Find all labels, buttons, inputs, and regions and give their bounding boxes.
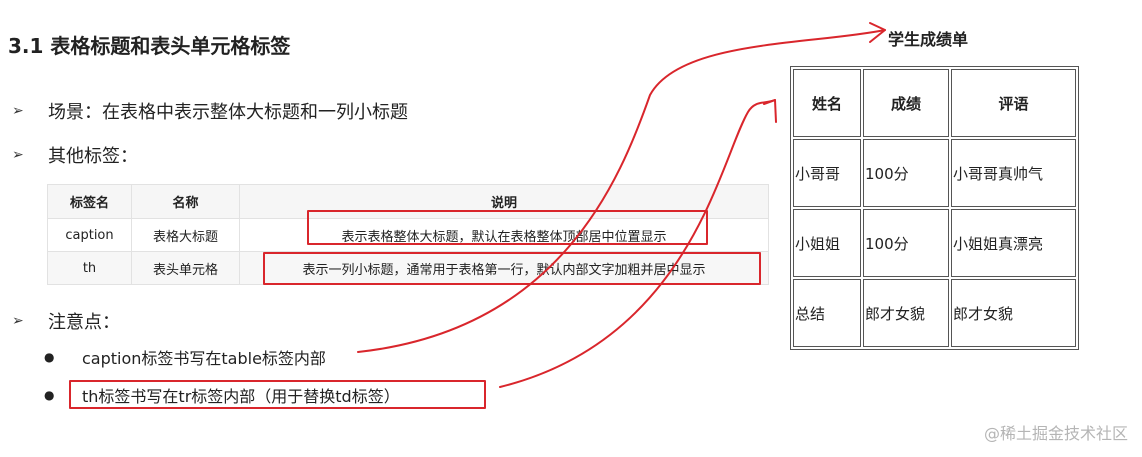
score-name-cell: 总结 [793, 279, 861, 347]
score-grade-cell: 100分 [863, 209, 949, 277]
score-table-row: 小哥哥 100分 小哥哥真帅气 [793, 139, 1076, 207]
tag-table-header: 标签名 [47, 184, 132, 219]
arrow-bullet-icon: ➢ [12, 103, 24, 119]
tag-table-header: 说明 [239, 184, 769, 219]
score-table-header: 成绩 [863, 69, 949, 137]
score-table-row: 小姐姐 100分 小姐姐真漂亮 [793, 209, 1076, 277]
watermark: @稀土掘金技术社区 [983, 424, 1128, 443]
tag-desc-cell: 表示一列小标题，通常用于表格第一行，默认内部文字加粗并居中显示 [239, 251, 769, 285]
arrow-head-icon [763, 99, 777, 123]
tag-name-cell: caption [47, 218, 132, 252]
score-comment-cell: 郎才女貌 [951, 279, 1076, 347]
score-table-header-row: 姓名 成绩 评语 [793, 69, 1076, 137]
section-heading: 3.1 表格标题和表头单元格标签 [8, 34, 291, 58]
score-table: 姓名 成绩 评语 小哥哥 100分 小哥哥真帅气 小姐姐 100分 小姐姐真漂亮… [790, 66, 1079, 350]
tag-name-cell: th [47, 251, 132, 285]
dot-bullet-icon: ● [44, 350, 55, 364]
bullet-scene: ➢ 场景：在表格中表示整体大标题和一列小标题 [12, 98, 408, 124]
arrow-bullet-icon: ➢ [12, 313, 24, 329]
bullet-scene-text: 场景：在表格中表示整体大标题和一列小标题 [48, 102, 408, 123]
note-item: ● caption标签书写在table标签内部 [44, 345, 326, 369]
tag-title-cell: 表格大标题 [131, 218, 240, 252]
arrow-head-icon [869, 22, 886, 43]
score-name-cell: 小姐姐 [793, 209, 861, 277]
note-item: ● th标签书写在tr标签内部（用于替换td标签） [44, 383, 400, 407]
bullet-notes-text: 注意点： [48, 312, 120, 333]
bullet-notes: ➢ 注意点： [12, 308, 120, 334]
bullet-other-tags: ➢ 其他标签： [12, 142, 138, 168]
tag-table-header: 名称 [131, 184, 240, 219]
score-comment-cell: 小姐姐真漂亮 [951, 209, 1076, 277]
score-table-row: 总结 郎才女貌 郎才女貌 [793, 279, 1076, 347]
score-grade-cell: 100分 [863, 139, 949, 207]
score-table-header: 姓名 [793, 69, 861, 137]
note-text: caption标签书写在table标签内部 [82, 349, 326, 368]
dot-bullet-icon: ● [44, 388, 55, 402]
note-text: th标签书写在tr标签内部（用于替换td标签） [82, 387, 400, 406]
score-table-header: 评语 [951, 69, 1076, 137]
tag-table-header-row: 标签名 名称 说明 [47, 184, 769, 219]
score-comment-cell: 小哥哥真帅气 [951, 139, 1076, 207]
tag-table-row: caption 表格大标题 表示表格整体大标题，默认在表格整体顶部居中位置显示 [47, 218, 769, 252]
score-table-caption: 学生成绩单 [888, 30, 969, 49]
bullet-other-tags-text: 其他标签： [48, 146, 138, 167]
score-grade-cell: 郎才女貌 [863, 279, 949, 347]
tag-table-row: th 表头单元格 表示一列小标题，通常用于表格第一行，默认内部文字加粗并居中显示 [47, 251, 769, 285]
arrow-bullet-icon: ➢ [12, 147, 24, 163]
tag-table: 标签名 名称 说明 caption 表格大标题 表示表格整体大标题，默认在表格整… [47, 184, 769, 285]
tag-desc-cell: 表示表格整体大标题，默认在表格整体顶部居中位置显示 [239, 218, 769, 252]
score-name-cell: 小哥哥 [793, 139, 861, 207]
tag-title-cell: 表头单元格 [131, 251, 240, 285]
